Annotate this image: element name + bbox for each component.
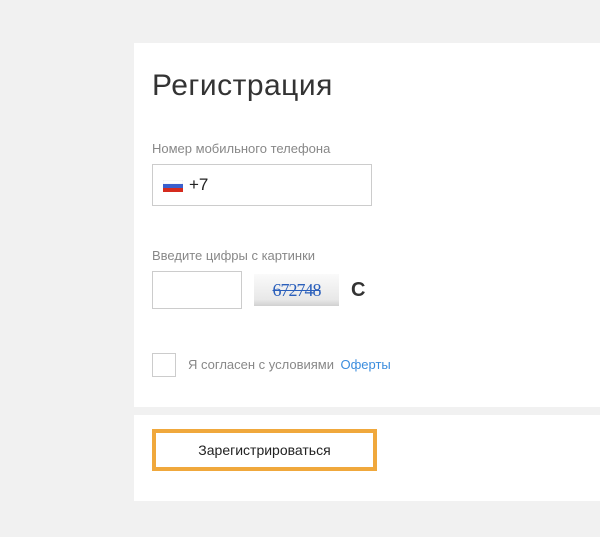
- consent-text-wrapper: Я согласен с условиями Оферты: [188, 356, 391, 374]
- consent-row: Я согласен с условиями Оферты: [152, 353, 582, 377]
- captcha-label: Введите цифры с картинки: [152, 248, 582, 263]
- consent-checkbox[interactable]: [152, 353, 176, 377]
- consent-text: Я согласен с условиями: [188, 357, 334, 372]
- captcha-row: 672748 C: [152, 271, 582, 309]
- captcha-image-text: 672748: [273, 280, 321, 301]
- offer-link[interactable]: Оферты: [340, 357, 390, 372]
- card-footer: Зарегистрироваться: [134, 415, 600, 501]
- page-title: Регистрация: [152, 69, 582, 103]
- register-button[interactable]: Зарегистрироваться: [152, 429, 377, 471]
- register-button-label: Зарегистрироваться: [198, 442, 330, 458]
- phone-input[interactable]: +7: [152, 164, 372, 206]
- russia-flag-icon: [163, 179, 183, 191]
- section-divider: [134, 407, 600, 415]
- registration-card: Регистрация Номер мобильного телефона +7…: [134, 43, 600, 501]
- phone-prefix: +7: [189, 175, 208, 195]
- captcha-input[interactable]: [152, 271, 242, 309]
- refresh-icon[interactable]: C: [351, 279, 365, 302]
- card-body: Регистрация Номер мобильного телефона +7…: [134, 43, 600, 407]
- captcha-image: 672748: [254, 274, 339, 306]
- phone-label: Номер мобильного телефона: [152, 141, 582, 156]
